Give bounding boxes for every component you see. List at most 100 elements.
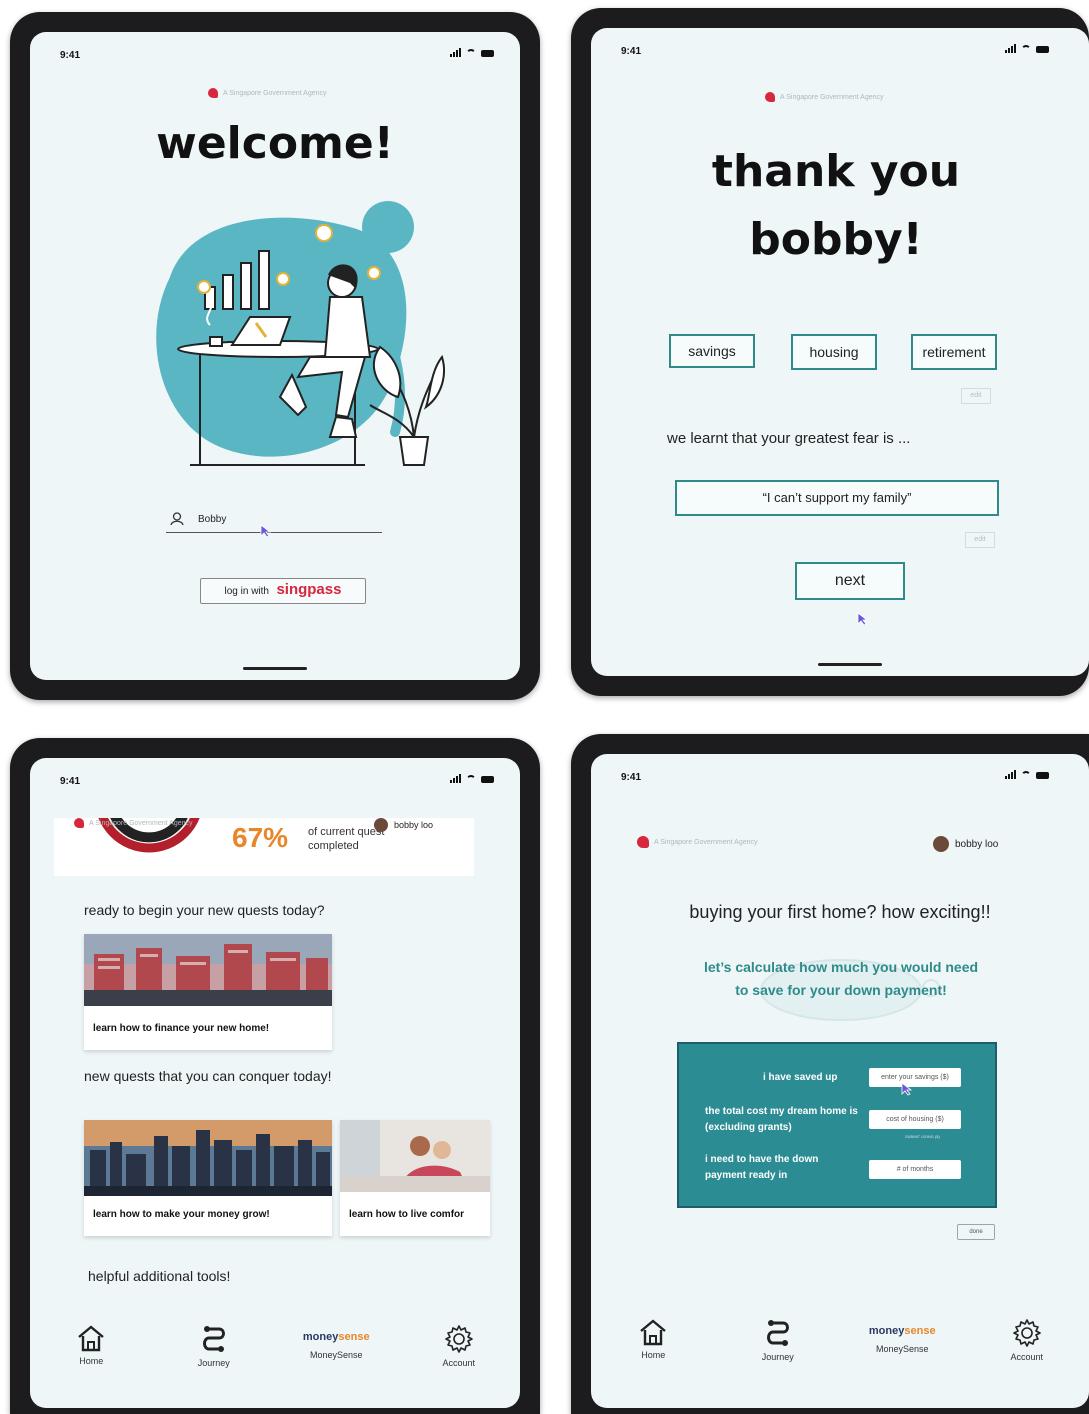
lion-logo-icon <box>765 92 775 102</box>
agency-banner: A Singapore Government Agency <box>208 88 327 98</box>
house-cost-hint: SUBMIT USING ($) <box>905 1134 940 1139</box>
bottom-nav: Home Journey money sense MoneySense Accou… <box>591 1318 1089 1362</box>
nav-label: Journey <box>761 1352 794 1362</box>
city-photo <box>84 934 332 1006</box>
quest-card-money-grow[interactable]: learn how to make your money grow! <box>84 1120 332 1236</box>
calculator-subheading: let’s calculate how much you would need … <box>703 959 979 998</box>
savings-calculator-form: i have saved up enter your savings ($) t… <box>677 1042 997 1208</box>
thank-you-screen: 9:41 A Singapore Government Agency thank… <box>591 28 1089 676</box>
cursor-icon <box>857 612 869 626</box>
battery-icon <box>481 776 494 783</box>
house-cost-label: the total cost my dream home is (excludi… <box>705 1106 858 1133</box>
home-icon <box>640 1319 667 1346</box>
username-value: Bobby <box>198 514 227 525</box>
agency-banner: A Singapore Government Agency <box>765 92 884 102</box>
done-button[interactable]: done <box>957 1224 995 1240</box>
avatar <box>374 818 388 832</box>
progress-caption-2: completed <box>308 840 359 852</box>
wifi-icon <box>466 49 476 57</box>
welcome-title: welcome! <box>156 118 394 169</box>
signal-icon <box>450 774 461 783</box>
wifi-icon <box>1021 771 1031 779</box>
quest-card-label: learn how to live comfor <box>349 1209 465 1220</box>
months-input[interactable]: # of months <box>869 1160 961 1179</box>
agency-text: A Singapore Government Agency <box>89 819 193 827</box>
section-title-begin: ready to begin your new quests today? <box>84 902 325 918</box>
edit-fear-link[interactable]: edit <box>965 532 995 548</box>
nav-home[interactable]: Home <box>51 1324 131 1368</box>
tablet-dashboard: 9:41 67% of current quest completed A Si… <box>10 738 540 1414</box>
journey-icon <box>766 1320 789 1346</box>
lion-logo-icon <box>637 836 649 848</box>
home-indicator <box>818 663 882 666</box>
quest-card-finance-home[interactable]: learn how to finance your new home! <box>84 934 332 1050</box>
nav-moneysense[interactable]: money sense MoneySense <box>296 1324 376 1368</box>
home-indicator <box>243 667 307 670</box>
progress-caption-1: of current quest <box>308 826 385 838</box>
nav-label: MoneySense <box>875 1344 929 1354</box>
gear-icon <box>1012 1319 1041 1347</box>
nav-moneysense[interactable]: money sense MoneySense <box>862 1318 942 1362</box>
dashboard-screen: 9:41 67% of current quest completed A Si… <box>30 758 520 1408</box>
user-profile[interactable]: bobby loo <box>933 836 998 852</box>
progress-percent: 67% <box>232 822 289 853</box>
lion-logo-icon <box>74 818 84 828</box>
user-profile[interactable]: bobby loo <box>374 818 433 832</box>
skyline-photo <box>84 1120 332 1196</box>
agency-text: A Singapore Government Agency <box>780 93 884 101</box>
singpass-login-button[interactable]: log in with singpass <box>200 578 366 604</box>
section-title-new-quests: new quests that you can conquer today! <box>84 1068 332 1084</box>
goal-chip-retirement[interactable]: retirement <box>911 334 997 370</box>
nav-label: MoneySense <box>309 1350 363 1360</box>
agency-text: A Singapore Government Agency <box>654 838 758 846</box>
status-time: 9:41 <box>60 776 81 787</box>
quest-card-live-comfortably[interactable]: learn how to live comfor <box>340 1120 490 1236</box>
username-field[interactable]: Bobby <box>166 510 382 533</box>
agency-banner: A Singapore Government Agency <box>74 818 193 828</box>
status-icons <box>1005 44 1049 53</box>
quest-card-label: learn how to make your money grow! <box>93 1209 270 1220</box>
status-time: 9:41 <box>621 46 642 57</box>
nav-account[interactable]: Account <box>419 1324 499 1368</box>
fear-prompt: we learnt that your greatest fear is ... <box>667 430 911 447</box>
calculator-screen: 9:41 A Singapore Government Agency bobby… <box>591 754 1089 1408</box>
agency-text: A Singapore Government Agency <box>223 89 327 97</box>
gear-icon <box>444 1325 473 1353</box>
tablet-welcome: 9:41 A Singapore Government Agency welco… <box>10 12 540 700</box>
edit-goals-link[interactable]: edit <box>961 388 991 404</box>
nav-journey[interactable]: Journey <box>738 1318 818 1362</box>
thank-you-title-line1: thank you <box>711 146 961 197</box>
nav-label: Home <box>79 1356 104 1366</box>
signal-icon <box>1005 44 1016 53</box>
goal-chip-savings[interactable]: savings <box>669 334 755 368</box>
lion-logo-icon <box>208 88 218 98</box>
fear-value-box[interactable]: “I can’t support my family” <box>675 480 999 516</box>
home-icon <box>78 1325 105 1352</box>
moneysense-logo-a: money <box>302 1331 339 1343</box>
moneysense-logo-b: sense <box>338 1331 370 1343</box>
months-label: i need to have the down payment ready in <box>705 1154 819 1181</box>
user-name: bobby loo <box>955 838 999 850</box>
family-photo <box>340 1120 490 1192</box>
goal-chip-housing[interactable]: housing <box>791 334 877 370</box>
journey-icon <box>202 1326 225 1352</box>
house-cost-input[interactable]: cost of housing ($) <box>869 1110 961 1129</box>
nav-home[interactable]: Home <box>613 1318 693 1362</box>
thank-you-title-line2: bobby! <box>749 214 923 265</box>
next-button[interactable]: next <box>795 562 905 600</box>
singpass-logo: singpass <box>276 581 342 598</box>
moneysense-logo: money sense <box>303 1324 370 1350</box>
login-prefix: log in with <box>224 586 269 597</box>
savings-input[interactable]: enter your savings ($) <box>869 1068 961 1087</box>
battery-icon <box>1036 772 1049 779</box>
bottom-nav: Home Journey money sense MoneySense Accou… <box>30 1324 520 1368</box>
status-icons <box>450 774 494 783</box>
nav-label: Journey <box>197 1358 230 1368</box>
nav-journey[interactable]: Journey <box>174 1324 254 1368</box>
calculator-heading: buying your first home? how exciting!! <box>689 902 991 922</box>
nav-account[interactable]: Account <box>987 1318 1067 1362</box>
cursor-icon <box>260 524 272 538</box>
status-icons <box>450 48 494 57</box>
cursor-icon <box>901 1082 913 1096</box>
quest-card-label: learn how to finance your new home! <box>93 1023 270 1034</box>
